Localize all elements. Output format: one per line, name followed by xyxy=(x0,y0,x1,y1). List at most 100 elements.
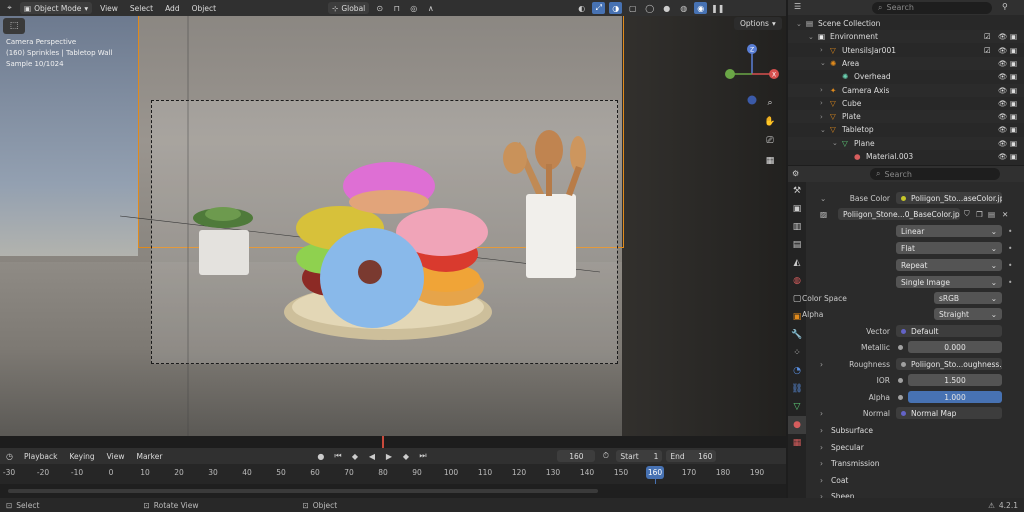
render-visibility-icon[interactable]: ▣ xyxy=(1010,152,1017,161)
visibility-eye-icon[interactable]: 👁︎ xyxy=(998,112,1008,121)
disclosure-icon[interactable]: › xyxy=(820,113,823,121)
render-visibility-icon[interactable]: ▣ xyxy=(1010,32,1017,41)
render-visibility-icon[interactable]: ▣ xyxy=(1010,139,1017,148)
ior-field[interactable]: 1.500 xyxy=(908,374,1002,386)
menu-select[interactable]: Select xyxy=(126,4,157,13)
visibility-eye-icon[interactable]: 👁︎ xyxy=(998,99,1008,108)
disclosure-icon[interactable]: ⌄ xyxy=(796,20,802,28)
zoom-icon[interactable]: ⌕ xyxy=(763,96,777,110)
outliner-row[interactable]: › ✦ Camera Axis 👁︎ ▣ xyxy=(788,83,1024,97)
color-space-dropdown[interactable]: sRGB ⌄ xyxy=(934,292,1002,304)
play-reverse-icon[interactable]: ◀ xyxy=(365,450,378,462)
outliner-row[interactable]: ✺ Overhead 👁︎ ▣ xyxy=(788,70,1024,83)
pivot-icon[interactable]: ⊙ xyxy=(373,2,386,14)
disclosure-icon[interactable]: ⌄ xyxy=(820,126,826,134)
menu-view[interactable]: View xyxy=(96,4,122,13)
exclude-checkbox[interactable]: ☑ xyxy=(984,46,991,55)
menu-marker[interactable]: Marker xyxy=(132,452,166,461)
visibility-eye-icon[interactable]: 👁︎ xyxy=(998,72,1008,81)
menu-object[interactable]: Object xyxy=(188,4,220,13)
menu-keying[interactable]: Keying xyxy=(65,452,98,461)
editor-type-icon[interactable]: ⌖ xyxy=(3,2,16,14)
panel-header[interactable]: › Transmission xyxy=(806,456,1024,471)
fake-user-icon[interactable]: ⛉ xyxy=(964,209,970,219)
timeline-ruler[interactable]: -30 -20 -10 0 10 20 30 40 50 60 70 80 90 100 110 120 130… xyxy=(0,464,786,499)
perspective-toggle-icon[interactable]: ▦ xyxy=(763,154,777,168)
vector-field[interactable]: Default xyxy=(896,325,1002,337)
outliner-row[interactable]: ⌄ ✺ Area 👁︎ ▣ xyxy=(788,56,1024,70)
menu-timeline-view[interactable]: View xyxy=(103,452,129,461)
panel-header[interactable]: › Coat xyxy=(806,473,1024,488)
playhead[interactable]: 160 xyxy=(646,466,664,479)
next-keyframe-icon[interactable]: ◆ xyxy=(399,450,412,462)
base-color-field[interactable]: Poliigon_Sto...aseColor.jpg xyxy=(896,192,1002,204)
transform-orientation-dropdown[interactable]: ⊹ Global xyxy=(328,2,370,14)
normal-field[interactable]: Normal Map xyxy=(896,407,1002,419)
y-axis-handle[interactable] xyxy=(725,69,735,79)
xray-icon[interactable]: ▢ xyxy=(626,2,639,14)
viewport[interactable]: Camera Perspective (160) Sprinkles | Tab… xyxy=(0,16,786,436)
open-folder-icon[interactable]: ▤ xyxy=(988,210,995,219)
render-visibility-icon[interactable]: ▣ xyxy=(1010,125,1017,134)
pan-hand-icon[interactable]: ✋ xyxy=(763,115,777,129)
record-icon[interactable]: ● xyxy=(314,450,327,462)
unlink-icon[interactable]: ✕ xyxy=(1002,210,1008,219)
menu-playback[interactable]: Playback xyxy=(20,452,61,461)
extension-dropdown[interactable]: Repeat ⌄ xyxy=(896,259,1002,271)
timeline-body[interactable] xyxy=(0,484,786,498)
disclosure-icon[interactable]: ⌄ xyxy=(820,59,826,67)
disclosure-icon[interactable]: ⌄ xyxy=(808,33,814,41)
roughness-field[interactable]: Poliigon_Sto...oughness.jpg xyxy=(896,358,1002,370)
outliner-row[interactable]: ⌄ ▤ Scene Collection xyxy=(788,17,1024,30)
prev-keyframe-icon[interactable]: ◆ xyxy=(348,450,361,462)
mode-dropdown[interactable]: ▣ Object Mode ▾ xyxy=(20,2,93,14)
options-button[interactable]: Options ▾ xyxy=(734,17,782,30)
stopwatch-icon[interactable]: ⏱ xyxy=(599,450,612,462)
filter-icon[interactable]: ⚲ xyxy=(1002,2,1008,11)
falloff-icon[interactable]: ∧ xyxy=(424,2,437,14)
visibility-eye-icon[interactable]: 👁︎ xyxy=(998,125,1008,134)
outliner-row[interactable]: ● Material.003 👁︎ ▣ xyxy=(788,150,1024,163)
render-visibility-icon[interactable]: ▣ xyxy=(1010,99,1017,108)
metallic-field[interactable]: 0.000 xyxy=(908,341,1002,353)
outliner-row[interactable]: ⌄ ▽ Tabletop 👁︎ ▣ xyxy=(788,123,1024,136)
outliner-row[interactable]: ⌄ ▽ Plane 👁︎ ▣ xyxy=(788,136,1024,150)
tool-select-icon[interactable]: ⬚ xyxy=(3,18,25,34)
outliner-editor-icon[interactable]: ☰ xyxy=(794,2,801,11)
current-frame-field[interactable]: 160 xyxy=(557,450,596,462)
render-visibility-icon[interactable]: ▣ xyxy=(1010,86,1017,95)
proportional-edit-icon[interactable]: ◎ xyxy=(407,2,420,14)
neg-z-axis-handle[interactable] xyxy=(747,95,757,105)
visibility-eye-icon[interactable]: 👁︎ xyxy=(998,46,1008,55)
outliner-search-input[interactable]: ⌕ Search xyxy=(872,1,992,14)
camera-view-icon[interactable]: ⎚ xyxy=(763,134,777,148)
jump-start-icon[interactable]: ⏮ xyxy=(331,450,344,462)
outliner-row[interactable]: › ▽ Plate 👁︎ ▣ xyxy=(788,110,1024,124)
visibility-eye-icon[interactable]: 👁︎ xyxy=(998,32,1008,41)
shading-material-icon[interactable]: ◍ xyxy=(677,2,690,14)
visibility-eye-icon[interactable]: 👁︎ xyxy=(998,59,1008,68)
exclude-checkbox[interactable]: ☑ xyxy=(984,32,991,41)
projection-dropdown[interactable]: Flat ⌄ xyxy=(896,242,1002,254)
timeline-scrollbar[interactable] xyxy=(8,489,598,493)
visibility-icon[interactable]: ◐ xyxy=(575,2,588,14)
outliner-row[interactable]: › ▽ UtensilsJar001 👁︎ ▣ ☑ xyxy=(788,44,1024,57)
snap-icon[interactable]: ⊓ xyxy=(390,2,403,14)
render-visibility-icon[interactable]: ▣ xyxy=(1010,46,1017,55)
shading-wireframe-icon[interactable]: ◯ xyxy=(643,2,656,14)
start-frame-field[interactable]: Start 1 xyxy=(616,450,663,462)
visibility-eye-icon[interactable]: 👁︎ xyxy=(998,86,1008,95)
panel-header[interactable]: › Specular xyxy=(806,440,1024,455)
shading-rendered-icon[interactable]: ◉ xyxy=(694,2,708,14)
duplicate-icon[interactable]: ❐ xyxy=(976,210,983,219)
clock-icon[interactable]: ◷ xyxy=(3,450,16,462)
gizmo-toggle-icon[interactable]: ⤢ xyxy=(592,2,606,14)
alpha-mode-dropdown[interactable]: Straight ⌄ xyxy=(934,308,1002,320)
render-visibility-icon[interactable]: ▣ xyxy=(1010,72,1017,81)
disclosure-icon[interactable]: ⌄ xyxy=(832,139,838,147)
outliner-row[interactable]: › ▽ Cube 👁︎ ▣ xyxy=(788,97,1024,110)
visibility-eye-icon[interactable]: 👁︎ xyxy=(998,152,1008,161)
end-frame-field[interactable]: End 160 xyxy=(666,450,717,462)
disclosure-icon[interactable]: › xyxy=(820,46,823,54)
panel-header[interactable]: › Subsurface xyxy=(806,423,1024,438)
